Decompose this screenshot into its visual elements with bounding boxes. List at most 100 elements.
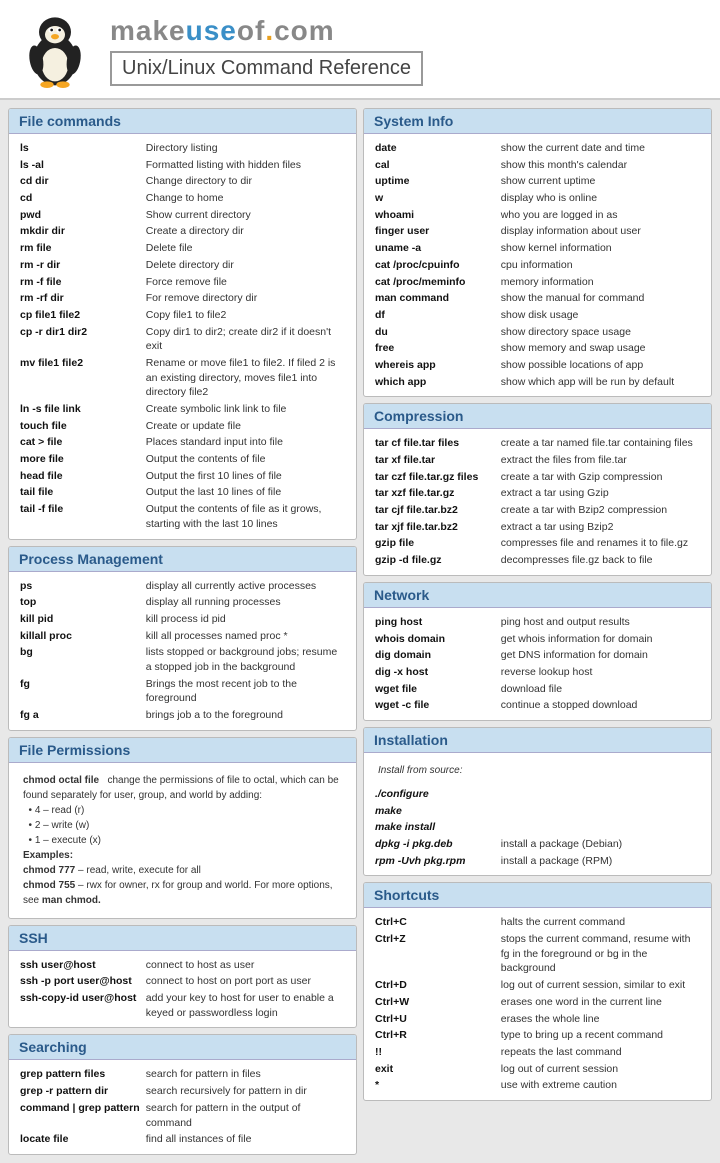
system-info-header: System Info (364, 109, 711, 134)
installation-table: ./configuremakemake installdpkg -i pkg.d… (372, 786, 703, 869)
desc-cell: Output the contents of file (143, 451, 348, 468)
desc-cell: halts the current command (498, 914, 703, 931)
table-row: cat /proc/meminfomemory information (372, 274, 703, 291)
table-row: ping hostping host and output results (372, 614, 703, 631)
cmd-cell: cal (372, 157, 498, 174)
cmd-cell: rm -r dir (17, 257, 143, 274)
desc-cell: show the manual for command (498, 290, 703, 307)
cmd-cell: wget file (372, 681, 498, 698)
cmd-cell: dig -x host (372, 664, 498, 681)
desc-cell: Copy dir1 to dir2; create dir2 if it doe… (143, 324, 348, 355)
cmd-cell: locate file (17, 1131, 143, 1148)
install-from-source: Install from source: (372, 759, 703, 782)
shortcuts-card: Shortcuts Ctrl+Chalts the current comman… (363, 882, 712, 1101)
cmd-cell: w (372, 190, 498, 207)
desc-cell: show disk usage (498, 307, 703, 324)
table-row: cp file1 file2Copy file1 to file2 (17, 307, 348, 324)
examples-label: Examples: (23, 850, 73, 861)
desc-cell: show kernel information (498, 240, 703, 257)
network-header: Network (364, 583, 711, 608)
table-row: kill pidkill process id pid (17, 611, 348, 628)
desc-cell: install a package (RPM) (498, 853, 703, 870)
table-row: *use with extreme caution (372, 1077, 703, 1094)
table-row: man commandshow the manual for command (372, 290, 703, 307)
compression-card: Compression tar cf file.tar filescreate … (363, 403, 712, 576)
cmd-cell: cat /proc/meminfo (372, 274, 498, 291)
desc-cell: cpu information (498, 257, 703, 274)
desc-cell: extract the files from file.tar (498, 452, 703, 469)
desc-cell: Directory listing (143, 140, 348, 157)
cmd-cell: Ctrl+Z (372, 931, 498, 977)
desc-cell: Output the last 10 lines of file (143, 484, 348, 501)
desc-cell: lists stopped or background jobs; resume… (143, 644, 348, 675)
table-row: rm -f fileForce remove file (17, 274, 348, 291)
table-row: ssh user@hostconnect to host as user (17, 957, 348, 974)
desc-cell: Copy file1 to file2 (143, 307, 348, 324)
table-row: Ctrl+Werases one word in the current lin… (372, 994, 703, 1011)
table-row: finger userdisplay information about use… (372, 223, 703, 240)
table-row: more fileOutput the contents of file (17, 451, 348, 468)
table-row: whoamiwho you are logged in as (372, 207, 703, 224)
tux-icon (20, 10, 90, 90)
file-permissions-card: File Permissions chmod octal file change… (8, 737, 357, 919)
table-row: tar cf file.tar filescreate a tar named … (372, 435, 703, 452)
table-row: rm fileDelete file (17, 240, 348, 257)
cmd-cell: ping host (372, 614, 498, 631)
cmd-cell: uptime (372, 173, 498, 190)
table-row: ls -alFormatted listing with hidden file… (17, 157, 348, 174)
table-row: ./configure (372, 786, 703, 803)
cmd-cell: exit (372, 1061, 498, 1078)
desc-cell: stops the current command, resume with f… (498, 931, 703, 977)
table-row: tar xjf file.tar.bz2extract a tar using … (372, 519, 703, 536)
desc-cell (498, 803, 703, 820)
table-row: mv file1 file2Rename or move file1 to fi… (17, 355, 348, 401)
chmod755-cmd: chmod 755 (23, 880, 75, 891)
network-body: ping hostping host and output resultswho… (364, 608, 711, 720)
desc-cell: show which app will be run by default (498, 374, 703, 391)
brand-com: com (274, 15, 335, 46)
cmd-cell: rm file (17, 240, 143, 257)
table-row: whereis appshow possible locations of ap… (372, 357, 703, 374)
table-row: dateshow the current date and time (372, 140, 703, 157)
desc-cell: search for pattern in the output of comm… (143, 1100, 348, 1131)
desc-cell: memory information (498, 274, 703, 291)
cmd-cell: fg a (17, 707, 143, 724)
cmd-cell: gzip -d file.gz (372, 552, 498, 569)
brand-dot: . (265, 15, 274, 46)
table-row: touch fileCreate or update file (17, 418, 348, 435)
table-row: which appshow which app will be run by d… (372, 374, 703, 391)
cmd-cell: rm -rf dir (17, 290, 143, 307)
ssh-header: SSH (9, 926, 356, 951)
left-column: File commands lsDirectory listingls -alF… (8, 108, 357, 1155)
cmd-cell: kill pid (17, 611, 143, 628)
header-text-area: makeuseof.com Unix/Linux Command Referen… (110, 15, 700, 86)
cmd-cell: tar xf file.tar (372, 452, 498, 469)
table-row: cdChange to home (17, 190, 348, 207)
installation-card: Installation Install from source: ./conf… (363, 727, 712, 876)
table-row: ssh -p port user@hostconnect to host on … (17, 973, 348, 990)
cmd-cell: ln -s file link (17, 401, 143, 418)
cmd-cell: tail -f file (17, 501, 143, 532)
desc-cell: kill process id pid (143, 611, 348, 628)
desc-cell: reverse lookup host (498, 664, 703, 681)
desc-cell: kill all processes named proc * (143, 628, 348, 645)
table-row: fg abrings job a to the foreground (17, 707, 348, 724)
process-management-card: Process Management psdisplay all current… (8, 546, 357, 731)
table-row: psdisplay all currently active processes (17, 578, 348, 595)
desc-cell: create a tar named file.tar containing f… (498, 435, 703, 452)
desc-cell: install a package (Debian) (498, 836, 703, 853)
table-row: locate filefind all instances of file (17, 1131, 348, 1148)
desc-cell: create a tar with Gzip compression (498, 469, 703, 486)
desc-cell: download file (498, 681, 703, 698)
cmd-cell: ssh-copy-id user@host (17, 990, 143, 1021)
table-row: wget filedownload file (372, 681, 703, 698)
ssh-table: ssh user@hostconnect to host as userssh … (17, 957, 348, 1022)
cmd-cell: wget -c file (372, 697, 498, 714)
desc-cell: Create or update file (143, 418, 348, 435)
cmd-cell: du (372, 324, 498, 341)
table-row: lsDirectory listing (17, 140, 348, 157)
cmd-cell: gzip file (372, 535, 498, 552)
desc-cell: show memory and swap usage (498, 340, 703, 357)
cmd-cell: ./configure (372, 786, 498, 803)
cmd-cell: grep pattern files (17, 1066, 143, 1083)
